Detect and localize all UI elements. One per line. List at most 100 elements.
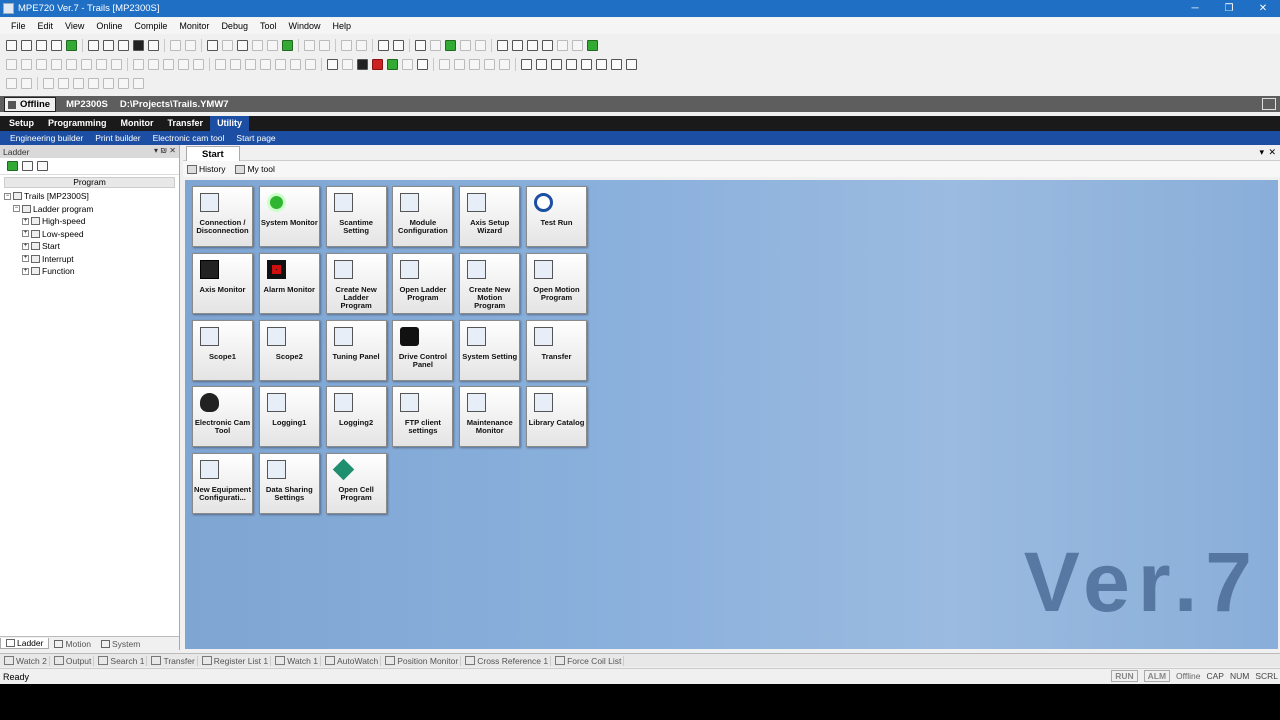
clipboard-icon[interactable]: [402, 59, 413, 70]
hierarchy-icon[interactable]: [581, 59, 592, 70]
tab-setup[interactable]: Setup: [2, 116, 41, 131]
menu-online[interactable]: Online: [90, 21, 128, 31]
tree-node-start[interactable]: + Start: [4, 240, 175, 253]
my-tool-button[interactable]: My tool: [235, 164, 275, 174]
gear-icon[interactable]: [566, 59, 577, 70]
coil-icon[interactable]: [51, 59, 62, 70]
table-icon[interactable]: [342, 59, 353, 70]
vline-icon[interactable]: [96, 59, 107, 70]
tool-tile-open-motion-program[interactable]: Open Motion Program: [526, 252, 587, 314]
history-button[interactable]: History: [187, 164, 225, 174]
close-button[interactable]: ✕: [1246, 0, 1280, 17]
tab-utility[interactable]: Utility: [210, 116, 250, 131]
grid-icon[interactable]: [378, 40, 389, 51]
tool-tile-logging1[interactable]: Logging1: [258, 386, 320, 448]
tool-tile-drive-control-panel[interactable]: Drive Control Panel: [392, 319, 454, 381]
copy-icon[interactable]: [103, 40, 114, 51]
paste-icon[interactable]: [118, 40, 129, 51]
tab-autowatch[interactable]: AutoWatch: [321, 655, 382, 666]
tab-motion[interactable]: Motion: [49, 639, 96, 649]
save-icon[interactable]: [51, 40, 62, 51]
tool-tile-test-run[interactable]: Test Run: [526, 186, 587, 247]
electronic-cam-tool-link[interactable]: Electronic cam tool: [147, 133, 231, 143]
step-over-icon[interactable]: [118, 78, 129, 89]
tool-tile-new-equipment-configurati[interactable]: New Equipment Configurati...: [192, 453, 253, 515]
print-setup-icon[interactable]: [596, 59, 607, 70]
print-icon[interactable]: [304, 40, 315, 51]
tool-tile-create-new-motion-program[interactable]: Create New Motion Program: [459, 252, 521, 314]
timer-icon[interactable]: [178, 59, 189, 70]
menu-view[interactable]: View: [59, 21, 90, 31]
sync-icon[interactable]: [542, 40, 553, 51]
tool-tile-module-configuration[interactable]: Module Configuration: [392, 186, 454, 247]
tree-node-low-speed[interactable]: + Low-speed: [4, 228, 175, 241]
tool-tile-maintenance-monitor[interactable]: Maintenance Monitor: [459, 386, 521, 448]
outdent-icon[interactable]: [21, 78, 32, 89]
close-tab-icon[interactable]: ✕: [1268, 147, 1276, 158]
function-block-icon[interactable]: [327, 59, 338, 70]
tree-node-interrupt[interactable]: + Interrupt: [4, 253, 175, 266]
breakpoint-icon[interactable]: [73, 78, 84, 89]
transfer-down-icon[interactable]: [497, 40, 508, 51]
menu-help[interactable]: Help: [327, 21, 358, 31]
pointer-icon[interactable]: [6, 59, 17, 70]
tree-node-ladder-program[interactable]: − Ladder program: [4, 203, 175, 216]
menu-tool[interactable]: Tool: [254, 21, 283, 31]
crossref-icon[interactable]: [611, 59, 622, 70]
clear-breakpoint-icon[interactable]: [88, 78, 99, 89]
tab-position-monitor[interactable]: Position Monitor: [381, 655, 462, 666]
tool-tile-data-sharing-settings[interactable]: Data Sharing Settings: [258, 453, 320, 515]
watch-add-icon[interactable]: [133, 78, 144, 89]
search-ref-2-icon[interactable]: [499, 59, 510, 70]
tab-output[interactable]: Output: [50, 655, 95, 666]
expand-icon[interactable]: +: [22, 255, 29, 263]
comment-icon[interactable]: [43, 78, 54, 89]
less-than-icon[interactable]: [215, 59, 226, 70]
find-next-icon[interactable]: [222, 40, 233, 51]
greater-equal-icon[interactable]: [275, 59, 286, 70]
expand-icon[interactable]: +: [22, 267, 29, 275]
tool-tile-open-ladder-program[interactable]: Open Ladder Program: [392, 252, 454, 314]
insert-row-icon[interactable]: [111, 59, 122, 70]
redo-icon[interactable]: [185, 40, 196, 51]
not-equal-icon[interactable]: [260, 59, 271, 70]
strip-layout-icon[interactable]: [1262, 98, 1276, 110]
uncomment-icon[interactable]: [58, 78, 69, 89]
menu-file[interactable]: File: [5, 21, 32, 31]
tab-watch-1[interactable]: Watch 1: [271, 655, 321, 666]
tab-transfer[interactable]: Transfer: [147, 655, 198, 666]
tool-tile-alarm-monitor[interactable]: Alarm Monitor: [258, 252, 320, 314]
math-icon[interactable]: [305, 59, 316, 70]
tab-force-coil-list[interactable]: Force Coil List: [551, 655, 625, 666]
select-mode-icon[interactable]: [133, 40, 144, 51]
replace-icon[interactable]: [237, 40, 248, 51]
search-ref-icon[interactable]: [484, 59, 495, 70]
pane-controls[interactable]: ▾ ₪ ✕: [154, 146, 176, 155]
tool-tile-connection-disconnection[interactable]: Connection / Disconnection: [192, 186, 253, 247]
collapse-icon[interactable]: −: [4, 192, 11, 200]
find-icon[interactable]: [207, 40, 218, 51]
tree-node-project[interactable]: − Trails [MP2300S]: [4, 190, 175, 203]
tree-node-high-speed[interactable]: + High-speed: [4, 215, 175, 228]
undo-icon[interactable]: [170, 40, 181, 51]
menu-window[interactable]: Window: [282, 21, 326, 31]
stats-2-icon[interactable]: [454, 59, 465, 70]
flash-icon[interactable]: [557, 40, 568, 51]
tag-icon[interactable]: [37, 161, 48, 171]
not-icon[interactable]: [163, 59, 174, 70]
compile-icon[interactable]: [415, 40, 426, 51]
tool-tile-scope1[interactable]: Scope1: [192, 319, 253, 381]
tab-list-icon[interactable]: ▾: [1259, 147, 1264, 158]
line-mode-icon[interactable]: [148, 40, 159, 51]
stats-3-icon[interactable]: [469, 59, 480, 70]
minimize-button[interactable]: ─: [1178, 0, 1212, 17]
tool-tile-library-catalog[interactable]: Library Catalog: [526, 386, 587, 448]
branch-icon[interactable]: [66, 59, 77, 70]
new-file-icon[interactable]: [6, 40, 17, 51]
tab-search-1[interactable]: Search 1: [94, 655, 148, 666]
tab-register-list-1[interactable]: Register List 1: [198, 655, 272, 666]
tool-tile-scope2[interactable]: Scope2: [258, 319, 320, 381]
refresh-icon[interactable]: [282, 40, 293, 51]
tab-programming[interactable]: Programming: [41, 116, 114, 131]
equal-icon[interactable]: [245, 59, 256, 70]
